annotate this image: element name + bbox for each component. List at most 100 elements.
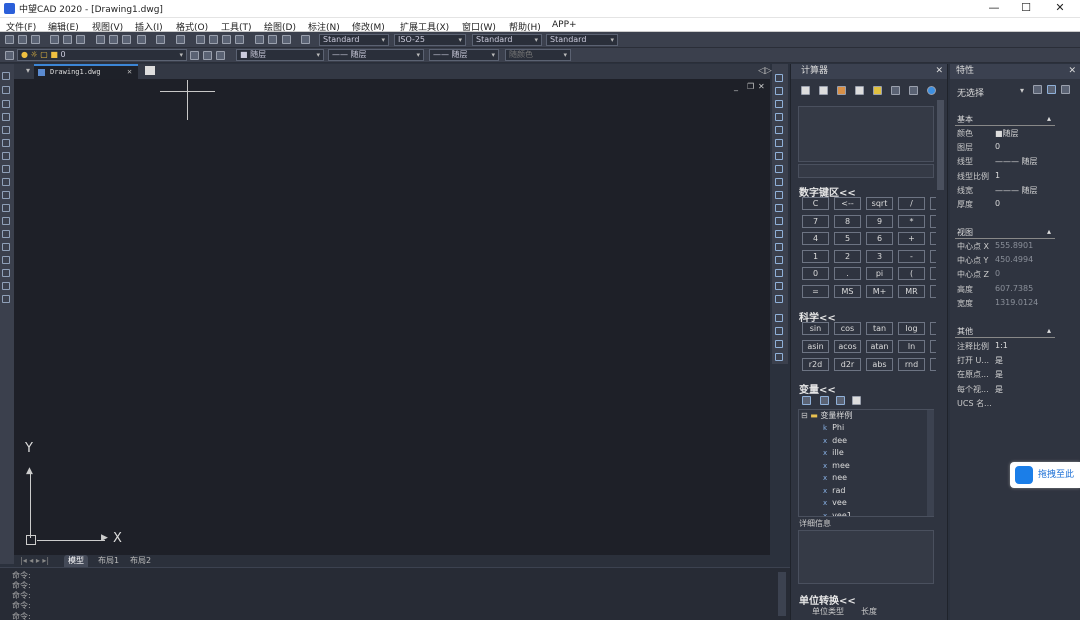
calculator-icon[interactable] <box>301 35 310 44</box>
distance-icon[interactable] <box>855 86 864 95</box>
numpad-key-clipped[interactable] <box>930 232 936 246</box>
polygon-icon[interactable] <box>2 113 10 121</box>
plot-style-select[interactable]: 随颜色 ▾ <box>505 49 571 61</box>
stretch-icon[interactable] <box>775 178 783 186</box>
variable-item[interactable]: k Phi <box>823 423 844 432</box>
selection-select[interactable]: 无选择 <box>957 86 984 99</box>
close-button[interactable]: ✕ <box>1051 1 1069 15</box>
menu-app-plus[interactable]: APP+ <box>552 20 577 30</box>
numpad-key[interactable]: . <box>834 267 861 281</box>
numpad-key[interactable]: 9 <box>866 214 893 228</box>
drag-here-button[interactable]: 拖拽至此 <box>1010 462 1080 488</box>
numpad-key-clipped[interactable] <box>930 249 936 263</box>
numpad-key[interactable]: 4 <box>802 232 829 246</box>
toggle-pickadd-icon[interactable] <box>1033 85 1042 94</box>
select-objects-icon[interactable] <box>1047 85 1056 94</box>
numpad-key-clipped[interactable] <box>930 267 936 281</box>
save-icon[interactable] <box>31 35 40 44</box>
layer-states-icon[interactable] <box>216 51 225 60</box>
linetype-select[interactable]: —— 随层 ▾ <box>328 49 424 61</box>
circle-icon[interactable] <box>2 152 10 160</box>
quick-select-icon[interactable] <box>1061 85 1070 94</box>
property-value[interactable]: 1:1 <box>995 341 1008 350</box>
var-scrollbar[interactable] <box>927 410 934 516</box>
numpad-key[interactable]: 0 <box>802 267 829 281</box>
point-icon[interactable] <box>2 243 10 251</box>
scientific-key-clipped[interactable] <box>930 358 936 371</box>
numpad-key-clipped[interactable] <box>930 214 936 228</box>
property-value[interactable]: 555.8901 <box>995 241 1033 250</box>
zoom-previous-icon[interactable] <box>235 35 244 44</box>
layer-select[interactable]: ● ☼ ▢ ■ 0 ▾ <box>17 49 187 61</box>
scientific-key-clipped[interactable] <box>930 322 936 335</box>
scientific-key[interactable]: r2d <box>802 358 829 371</box>
align-icon[interactable] <box>775 340 783 348</box>
unit-conversion-title[interactable]: 单位转换<< <box>799 592 856 607</box>
ray-icon[interactable] <box>2 86 10 94</box>
variable-item[interactable]: x rad <box>823 486 845 495</box>
make-current-layer-icon[interactable] <box>190 51 199 60</box>
tab-menu-icon[interactable]: ▾ <box>26 66 30 75</box>
ellipse-arc-icon[interactable] <box>2 204 10 212</box>
scientific-key-clipped[interactable] <box>930 340 936 353</box>
property-value[interactable]: 450.4994 <box>995 255 1033 264</box>
tab-drawing1[interactable]: Drawing1.dwg ✕ <box>34 64 138 79</box>
ellipse-icon[interactable] <box>2 191 10 199</box>
viewport-close-icon[interactable]: ✕ <box>758 82 765 91</box>
insert-block-icon[interactable] <box>2 217 10 225</box>
edit-variable-icon[interactable] <box>820 396 829 405</box>
move-icon[interactable] <box>775 139 783 147</box>
drawing-canvas[interactable]: _ ❐ ✕ <box>14 79 770 555</box>
hatch-icon[interactable] <box>2 256 10 264</box>
group-icon[interactable] <box>775 314 783 322</box>
new-tab-icon[interactable] <box>145 66 155 75</box>
cut-icon[interactable] <box>96 35 105 44</box>
spline-icon[interactable] <box>2 178 10 186</box>
command-scrollbar[interactable] <box>778 572 786 616</box>
scientific-key[interactable]: acos <box>834 340 861 353</box>
copy-icon[interactable] <box>109 35 118 44</box>
publish-icon[interactable] <box>76 35 85 44</box>
tab-layout2[interactable]: 布局2 <box>126 555 155 567</box>
numpad-key[interactable]: <-- <box>834 197 861 210</box>
arc-icon[interactable] <box>2 139 10 147</box>
variables-section-title[interactable]: 变量<< <box>799 381 836 396</box>
edit-polyline-icon[interactable] <box>775 282 783 290</box>
layer-manager-icon[interactable] <box>5 51 14 60</box>
zoom-realtime-icon[interactable] <box>209 35 218 44</box>
numpad-key[interactable]: * <box>898 214 925 228</box>
fillet-icon[interactable] <box>775 256 783 264</box>
first-tab-arrow-icon[interactable]: |◂ ◂ ▸ ▸| <box>16 555 53 567</box>
scientific-key[interactable]: cos <box>834 322 861 335</box>
table-icon[interactable] <box>2 282 10 290</box>
numpad-key[interactable]: 2 <box>834 249 861 263</box>
numpad-key[interactable]: sqrt <box>866 197 893 210</box>
chevron-down-icon[interactable]: ▾ <box>1020 86 1024 95</box>
property-value[interactable]: 0 <box>995 199 1000 208</box>
variable-item[interactable]: x nee <box>823 473 847 482</box>
viewport-restore-icon[interactable]: ❐ <box>747 82 754 91</box>
property-value[interactable]: 1 <box>995 171 1000 180</box>
angle-icon[interactable] <box>873 86 882 95</box>
tool-palette-icon[interactable] <box>282 35 291 44</box>
close-icon[interactable]: ✕ <box>1068 64 1076 79</box>
layer-previous-icon[interactable] <box>203 51 212 60</box>
calc-variable-icon[interactable] <box>852 396 861 405</box>
property-value[interactable]: 是 <box>995 384 1003 395</box>
numpad-key[interactable]: M+ <box>866 285 893 298</box>
rotate-icon[interactable] <box>775 152 783 160</box>
scale-icon[interactable] <box>775 165 783 173</box>
paste-icon[interactable] <box>122 35 131 44</box>
new-variable-icon[interactable] <box>802 396 811 405</box>
basic-group-header[interactable]: 基本 ▴ <box>955 114 1055 126</box>
property-value[interactable]: ■随层 <box>995 128 1019 139</box>
property-value[interactable]: 0 <box>995 269 1000 278</box>
scientific-key[interactable]: d2r <box>834 358 861 371</box>
numpad-key[interactable]: 6 <box>866 232 893 246</box>
ungroup-icon[interactable] <box>775 327 783 335</box>
numpad-key[interactable]: MS <box>834 285 861 298</box>
numpad-key[interactable]: = <box>802 285 829 298</box>
lineweight-select[interactable]: —— 随层 ▾ <box>429 49 499 61</box>
delete-variable-icon[interactable] <box>836 396 845 405</box>
preview-icon[interactable] <box>63 35 72 44</box>
